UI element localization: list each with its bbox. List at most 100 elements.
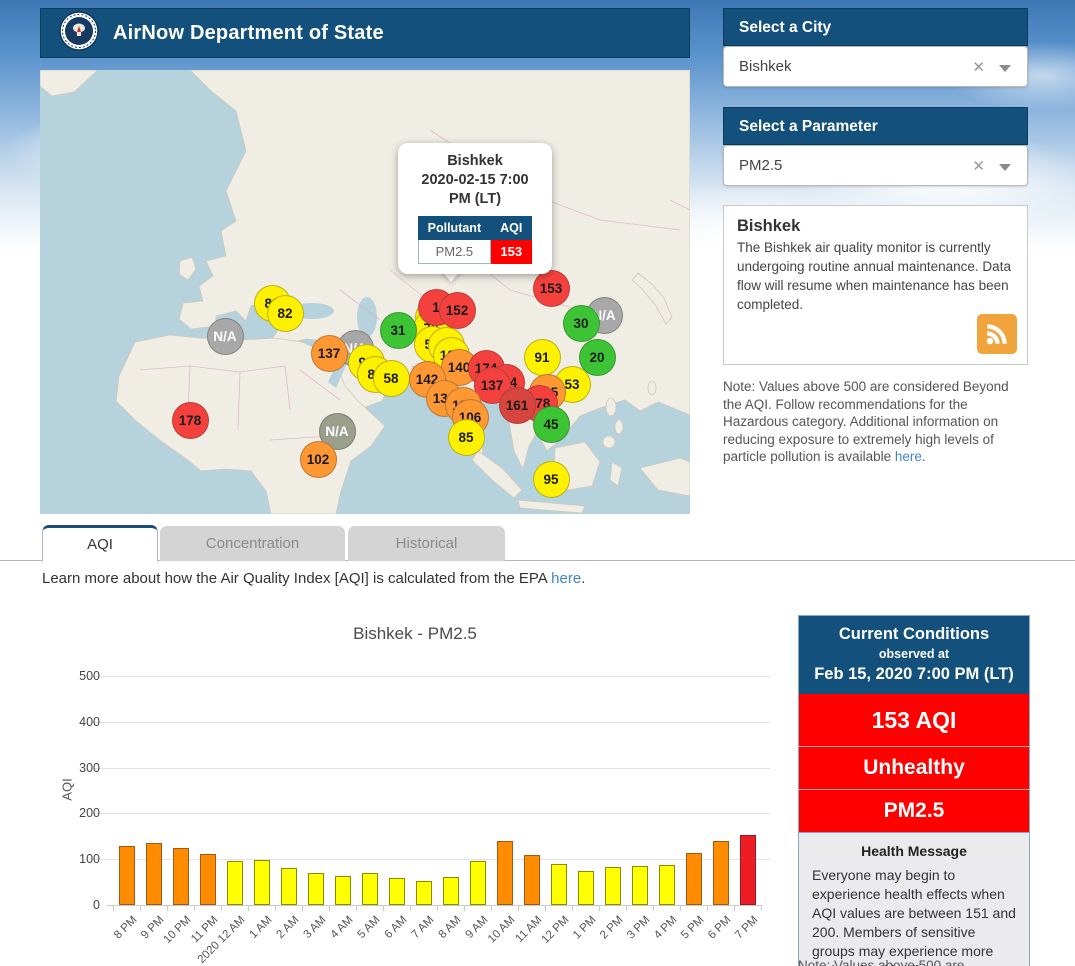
chart-x-tick-label: 11 AM — [513, 914, 544, 945]
chart-x-tick — [545, 906, 546, 911]
conditions-aqi-value: 153 AQI — [799, 694, 1029, 747]
chart-x-tick — [329, 906, 330, 911]
chart-x-tick-label: 1 AM — [247, 914, 274, 941]
map-marker[interactable]: 137 — [311, 335, 348, 372]
chart-x-tick-label: 4 AM — [328, 914, 355, 941]
chart-bar[interactable] — [146, 843, 162, 905]
health-message-title: Health Message — [812, 843, 1016, 859]
chart-x-tick — [572, 906, 573, 911]
chart-bar[interactable] — [686, 853, 702, 905]
chart-y-tick-label: 400 — [60, 715, 100, 729]
beyond-aqi-note: Note: Values above 500 are considered Be… — [723, 378, 1028, 466]
chart-x-tick — [140, 906, 141, 911]
chart-title: Bishkek - PM2.5 — [55, 624, 775, 644]
app-header: AirNow Department of State — [40, 8, 690, 58]
chart-x-tick-label: 6 AM — [382, 914, 409, 941]
map-marker[interactable]: 153 — [533, 270, 570, 307]
chart-bar[interactable] — [281, 868, 297, 905]
chart-bar[interactable] — [713, 841, 729, 905]
map-marker[interactable]: 31 — [380, 312, 417, 349]
chart-bar[interactable] — [119, 846, 135, 905]
parameter-select[interactable]: PM2.5 ✕ — [723, 145, 1028, 186]
chart-bar[interactable] — [200, 854, 216, 905]
select-parameter-header: Select a Parameter — [723, 107, 1028, 145]
chart-bar[interactable] — [254, 860, 270, 905]
chart-bar[interactable] — [416, 881, 432, 905]
chart-x-tick-label: 12 PM — [539, 914, 571, 946]
map-marker[interactable]: N/A — [207, 318, 244, 355]
health-message-box: Health Message Everyone may begin to exp… — [799, 832, 1029, 966]
chart-bar[interactable] — [551, 864, 567, 905]
chart-y-tick-label: 300 — [60, 761, 100, 775]
map-marker[interactable]: 58 — [373, 360, 410, 397]
chart-bar[interactable] — [470, 861, 486, 905]
chart-gridline — [93, 859, 770, 860]
aqi-bar-chart: Bishkek - PM2.5 AQI 01002003004005008 PM… — [55, 610, 795, 966]
map-marker[interactable]: 45 — [533, 406, 570, 443]
map-marker[interactable]: 161 — [499, 387, 536, 424]
conditions-category: Unhealthy — [799, 747, 1029, 790]
chart-y-tick-label: 500 — [60, 669, 100, 683]
note-here-link[interactable]: here — [895, 449, 922, 464]
city-select[interactable]: Bishkek ✕ — [723, 46, 1028, 87]
dept-of-state-seal-logo — [59, 11, 99, 56]
clipped-note-text: Note: Values above 500 are considered Be… — [798, 957, 1034, 966]
chart-bar[interactable] — [497, 841, 513, 905]
aqi-world-map[interactable]: 8882N/AN/A137918558178N/A102697011521533… — [40, 70, 690, 514]
rss-icon[interactable] — [977, 314, 1017, 354]
learn-more-here-link[interactable]: here — [551, 570, 581, 587]
chart-bar[interactable] — [443, 877, 459, 905]
chart-x-tick-label: 3 PM — [625, 914, 652, 941]
chart-bar[interactable] — [227, 861, 243, 905]
city-caret-icon[interactable] — [999, 65, 1011, 72]
chart-bar[interactable] — [659, 865, 675, 905]
chart-bar[interactable] — [308, 873, 324, 905]
chart-x-tick — [167, 906, 168, 911]
map-marker[interactable]: 91 — [524, 339, 561, 376]
map-marker[interactable]: 102 — [300, 441, 337, 478]
info-body: The Bishkek air quality monitor is curre… — [737, 238, 1014, 314]
chart-bar[interactable] — [605, 867, 621, 905]
chart-bar[interactable] — [578, 871, 594, 905]
chart-x-tick-label: 2 AM — [274, 914, 301, 941]
map-marker[interactable]: 95 — [533, 461, 570, 498]
chart-x-tick-label: 10 PM — [161, 914, 193, 946]
chart-gridline — [93, 768, 770, 769]
conditions-datetime: Feb 15, 2020 7:00 PM (LT) — [805, 665, 1023, 684]
sidebar: Select a City Bishkek ✕ Select a Paramet… — [723, 8, 1028, 466]
info-title: Bishkek — [737, 217, 1014, 236]
map-marker[interactable]: 152 — [439, 292, 476, 329]
chart-bar[interactable] — [740, 835, 756, 905]
chart-x-tick — [194, 906, 195, 911]
map-marker[interactable]: 82 — [267, 295, 304, 332]
map-marker[interactable]: 178 — [172, 402, 209, 439]
tab-concentration[interactable]: Concentration — [160, 526, 345, 561]
map-popup: Bishkek 2020-02-15 7:00 PM (LT) Pollutan… — [398, 143, 552, 274]
map-marker[interactable]: 85 — [448, 419, 485, 456]
tab-historical[interactable]: Historical — [348, 526, 505, 561]
chart-bar[interactable] — [173, 848, 189, 905]
chart-gridline — [93, 676, 770, 677]
chart-bar[interactable] — [389, 878, 405, 905]
chart-x-tick-label: 10 AM — [485, 914, 517, 946]
city-clear-icon[interactable]: ✕ — [972, 47, 985, 88]
map-marker[interactable]: 30 — [563, 305, 600, 342]
chart-x-tick — [653, 906, 654, 911]
chart-x-tick — [707, 906, 708, 911]
parameter-clear-icon[interactable]: ✕ — [972, 146, 985, 187]
chart-x-tick — [248, 906, 249, 911]
tab-aqi[interactable]: AQI — [42, 525, 158, 562]
chart-bar[interactable] — [524, 855, 540, 905]
chart-x-axis — [107, 905, 762, 906]
parameter-caret-icon[interactable] — [999, 164, 1011, 171]
chart-bar[interactable] — [632, 866, 648, 905]
chart-bar[interactable] — [335, 876, 351, 905]
learn-more-text: Learn more about how the Air Quality Ind… — [42, 570, 585, 587]
chart-x-tick — [761, 906, 762, 911]
chart-bar[interactable] — [362, 873, 378, 905]
chart-gridline — [93, 813, 770, 814]
chart-x-tick — [464, 906, 465, 911]
chart-x-tick-label: 7 PM — [733, 914, 760, 941]
app-title: AirNow Department of State — [113, 22, 384, 45]
chart-x-tick — [275, 906, 276, 911]
